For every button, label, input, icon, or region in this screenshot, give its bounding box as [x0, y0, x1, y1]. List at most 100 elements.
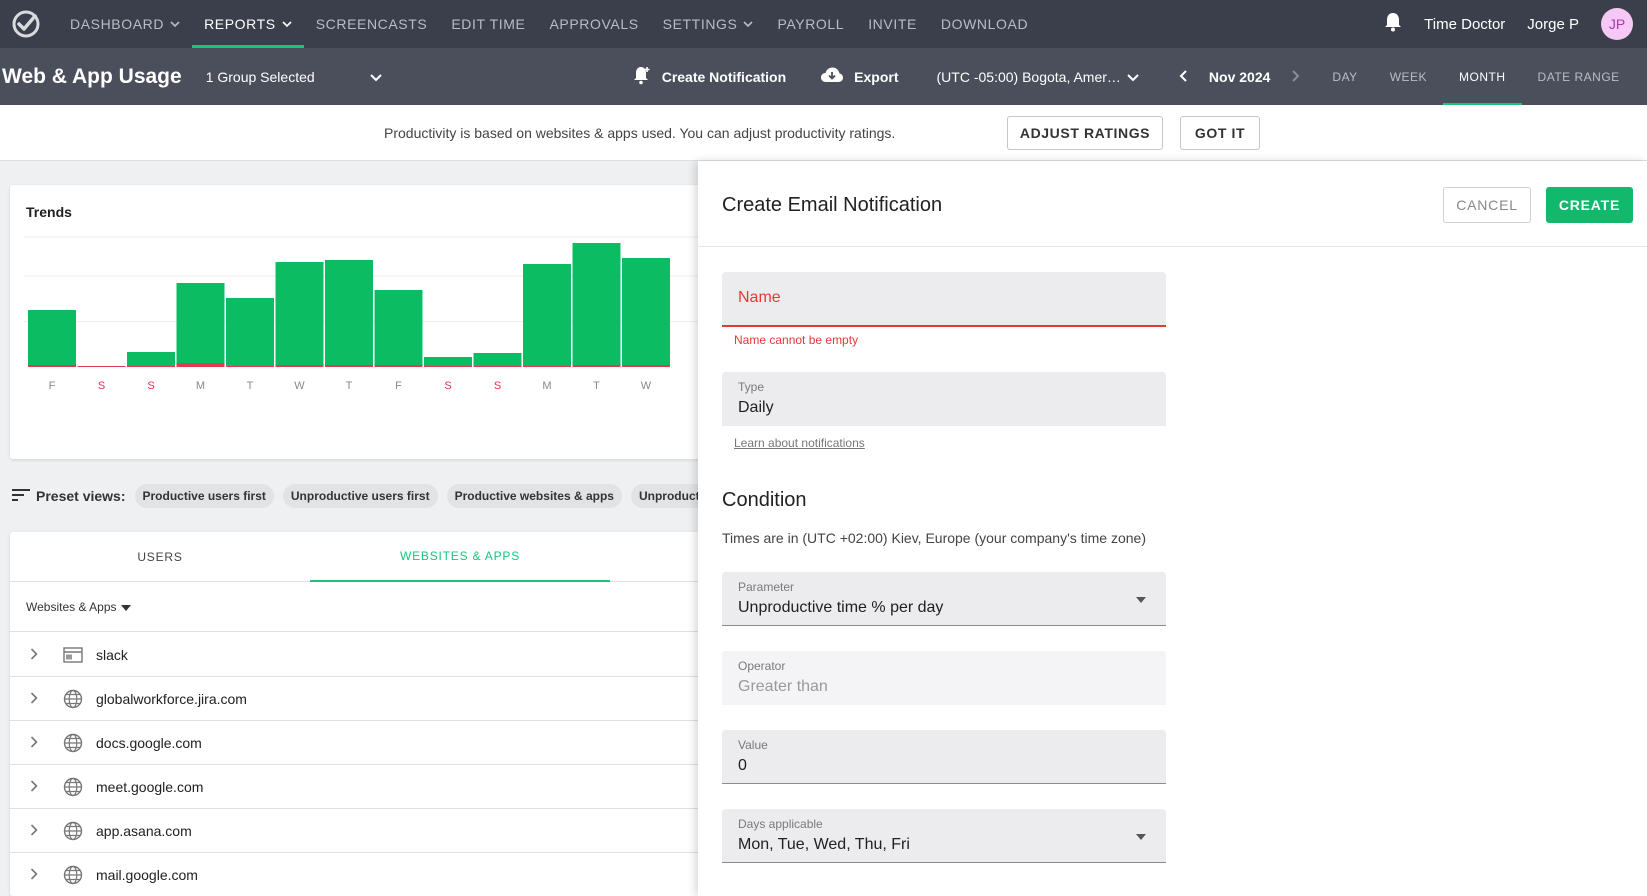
table-row[interactable]: globalworkforce.jira.com [10, 677, 710, 721]
chevron-right-icon[interactable] [30, 691, 44, 707]
nav-item-invite[interactable]: INVITE [856, 0, 929, 48]
bar-productive[interactable] [127, 352, 175, 366]
bar-productive[interactable] [176, 283, 225, 363]
tab-websites-apps[interactable]: WEBSITES & APPS [310, 532, 610, 582]
bar-unproductive[interactable] [374, 365, 423, 367]
type-field[interactable]: Type Daily [722, 372, 1166, 426]
table-row[interactable]: app.asana.com [10, 809, 710, 853]
websites-apps-filter[interactable]: Websites & Apps [10, 583, 710, 632]
bar-unproductive[interactable] [275, 365, 324, 367]
bar-unproductive[interactable] [176, 363, 225, 367]
table-tabs: USERS WEBSITES & APPS [10, 532, 710, 582]
table-row[interactable]: meet.google.com [10, 765, 710, 809]
cloud-download-icon [820, 66, 844, 87]
bar-productive[interactable] [275, 262, 324, 365]
caret-down-icon [120, 600, 131, 614]
row-label: globalworkforce.jira.com [96, 690, 247, 707]
bar-unproductive[interactable] [226, 366, 274, 367]
globe-icon [62, 732, 84, 754]
adjust-ratings-button[interactable]: ADJUST RATINGS [1007, 116, 1163, 150]
nav-item-reports[interactable]: REPORTS [192, 0, 304, 48]
range-tab-date-range[interactable]: DATE RANGE [1522, 48, 1636, 105]
chevron-right-icon[interactable] [1292, 69, 1300, 85]
got-it-button[interactable]: GOT IT [1180, 116, 1260, 150]
preset-chip-unproductive-websites-apps[interactable]: Unproductive websites & apps [630, 484, 702, 508]
bar-unproductive[interactable] [622, 365, 670, 367]
chevron-right-icon[interactable] [30, 867, 44, 883]
nav-item-settings[interactable]: SETTINGS [651, 0, 766, 48]
nav-item-download[interactable]: DOWNLOAD [929, 0, 1040, 48]
learn-about-notifications-link[interactable]: Learn about notifications [734, 436, 865, 450]
create-button[interactable]: CREATE [1546, 187, 1633, 223]
bar-productive[interactable] [424, 357, 472, 366]
nav-item-payroll[interactable]: PAYROLL [765, 0, 856, 48]
x-tick-label: S [147, 380, 154, 392]
tab-users[interactable]: USERS [10, 532, 310, 582]
nav-item-approvals[interactable]: APPROVALS [537, 0, 650, 48]
chevron-right-icon[interactable] [30, 823, 44, 839]
bar-unproductive[interactable] [77, 366, 126, 367]
range-tab-day[interactable]: DAY [1316, 48, 1373, 105]
name-field[interactable]: Name [722, 272, 1166, 327]
bell-icon[interactable] [1384, 12, 1402, 36]
group-select[interactable]: 1 Group Selected [206, 69, 382, 85]
chevron-right-icon[interactable] [30, 735, 44, 751]
bar-unproductive[interactable] [523, 366, 571, 367]
bar-productive[interactable] [473, 353, 522, 366]
bar-unproductive[interactable] [572, 365, 621, 367]
table-row[interactable]: mail.google.com [10, 853, 710, 896]
preset-chip-productive-users-first[interactable]: Productive users first [134, 484, 274, 508]
bar-productive[interactable] [28, 310, 76, 365]
chevron-down-icon [282, 19, 292, 30]
preset-chips: Productive users first Unproductive users… [134, 484, 702, 508]
value-input[interactable]: Value 0 [722, 730, 1166, 784]
period-label: Nov 2024 [1208, 68, 1271, 85]
nav-menu: DASHBOARD REPORTS SCREENCASTS EDIT TIME APPR… [58, 0, 1040, 48]
cancel-button[interactable]: CANCEL [1443, 187, 1531, 223]
globe-icon [62, 864, 84, 886]
nav-item-screencasts[interactable]: SCREENCASTS [304, 0, 440, 48]
bar-unproductive[interactable] [127, 366, 175, 367]
range-tab-week[interactable]: WEEK [1374, 48, 1443, 105]
bar-productive[interactable] [325, 260, 373, 365]
bar-unproductive[interactable] [473, 366, 522, 367]
range-tab-month[interactable]: MONTH [1443, 48, 1522, 105]
company-name[interactable]: Time Doctor [1424, 16, 1505, 33]
table-row[interactable]: docs.google.com [10, 721, 710, 765]
bar-productive[interactable] [523, 264, 571, 366]
user-name[interactable]: Jorge P [1527, 16, 1579, 33]
days-applicable-select[interactable]: Days applicable Mon, Tue, Wed, Thu, Fri [722, 809, 1166, 863]
chevron-left-icon[interactable] [1179, 69, 1187, 85]
create-notification-button[interactable]: Create Notification [632, 65, 786, 88]
bar-productive[interactable] [572, 243, 621, 365]
bar-unproductive[interactable] [28, 365, 76, 367]
preset-chip-unproductive-users-first[interactable]: Unproductive users first [282, 484, 438, 508]
time-doctor-logo-icon[interactable] [10, 8, 42, 40]
avatar[interactable]: JP [1601, 8, 1633, 40]
preset-chip-productive-websites-apps[interactable]: Productive websites & apps [446, 484, 622, 508]
row-label: slack [96, 646, 128, 663]
bar-productive[interactable] [622, 258, 670, 365]
group-select-value: 1 Group Selected [205, 68, 315, 85]
export-button[interactable]: Export [820, 66, 899, 87]
sort-lines-icon [12, 488, 30, 505]
parameter-select[interactable]: Parameter Unproductive time % per day [722, 572, 1166, 626]
chevron-right-icon[interactable] [30, 779, 44, 795]
chevron-right-icon[interactable] [30, 647, 44, 663]
nav-item-edit-time[interactable]: EDIT TIME [439, 0, 537, 48]
bar-productive[interactable] [374, 290, 423, 365]
panel-title: Create Email Notification [722, 194, 943, 216]
top-navigation: DASHBOARD REPORTS SCREENCASTS EDIT TIME APPR… [0, 0, 1647, 48]
caret-down-icon [1136, 594, 1146, 606]
bar-unproductive[interactable] [424, 366, 472, 367]
nav-item-dashboard[interactable]: DASHBOARD [58, 0, 192, 48]
export-label: Export [854, 68, 899, 85]
timezone-select[interactable]: (UTC -05:00) Bogota, Amer… [937, 69, 1139, 85]
condition-description: Times are in (UTC +02:00) Kiev, Europe (… [722, 530, 1146, 546]
operator-value: Greater than [738, 678, 828, 695]
bar-productive[interactable] [226, 298, 274, 366]
table-row[interactable]: slack [10, 633, 710, 677]
create-notification-label: Create Notification [661, 68, 787, 85]
nav-item-label: SCREENCASTS [315, 16, 428, 32]
bar-unproductive[interactable] [325, 365, 373, 367]
